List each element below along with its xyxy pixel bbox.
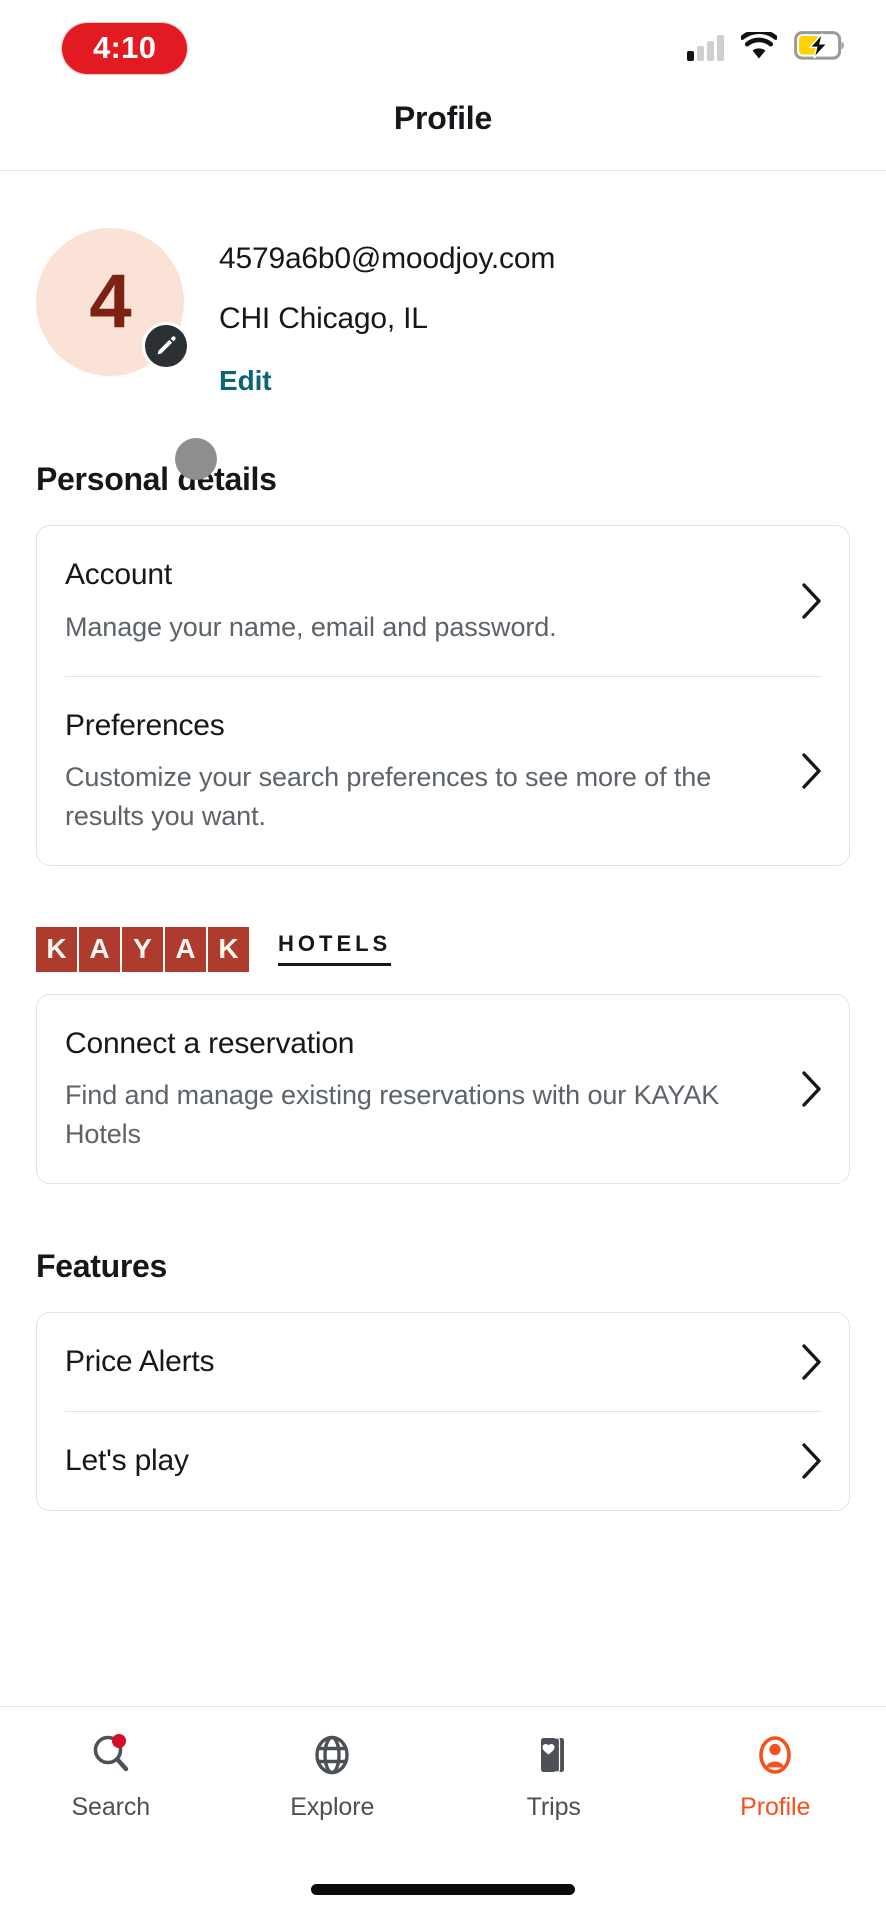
chevron-right-icon: [801, 752, 823, 790]
profile-summary: 4 4579a6b0@moodjoy.com CHI Chicago, IL E…: [36, 171, 850, 397]
home-indicator-area: [0, 1858, 886, 1920]
kayak-tile-2: Y: [122, 926, 163, 972]
scroll-content: 4 4579a6b0@moodjoy.com CHI Chicago, IL E…: [0, 171, 886, 1706]
personal-details-card: Account Manage your name, email and pass…: [36, 525, 850, 866]
avatar[interactable]: 4: [36, 228, 190, 376]
status-bar-clock: 4:10: [62, 22, 188, 74]
profile-edit-link[interactable]: Edit: [219, 365, 555, 397]
row-account-subtitle: Manage your name, email and password.: [65, 611, 557, 642]
chevron-right-icon: [801, 1070, 823, 1108]
battery-charging-icon: [794, 31, 846, 65]
row-connect-reservation-subtitle: Find and manage existing reservations wi…: [65, 1080, 720, 1149]
row-account[interactable]: Account Manage your name, email and pass…: [37, 526, 849, 676]
section-title-personal-details: Personal details: [36, 461, 277, 497]
phone-screen: 4:10 Profile 4 4579a6b0@moodjoy.com CHI …: [0, 0, 886, 1920]
row-connect-reservation-title: Connect a reservation: [65, 1026, 355, 1060]
nav-item-profile[interactable]: Profile: [665, 1729, 886, 1822]
row-lets-play-title: Let's play: [65, 1444, 189, 1478]
touch-point-indicator: [175, 438, 217, 480]
nav-label-profile: Profile: [740, 1793, 811, 1821]
person-circle-icon: [750, 1729, 800, 1781]
cellular-signal-icon: [687, 35, 724, 61]
pencil-icon: [157, 336, 176, 355]
row-preferences[interactable]: Preferences Customize your search prefer…: [37, 677, 849, 865]
row-lets-play[interactable]: Let's play: [37, 1412, 849, 1510]
kayak-tile-4: K: [208, 926, 249, 972]
home-indicator[interactable]: [311, 1883, 575, 1895]
nav-label-explore: Explore: [290, 1793, 375, 1821]
avatar-edit-button[interactable]: [142, 322, 190, 370]
globe-icon: [307, 1729, 357, 1781]
cards-heart-icon: [529, 1729, 579, 1781]
bottom-navigation-bar: Search Explore Trips Profile: [0, 1706, 886, 1858]
row-price-alerts[interactable]: Price Alerts: [37, 1313, 849, 1411]
row-account-title: Account: [65, 558, 172, 591]
kayak-tile-1: A: [79, 926, 120, 972]
chevron-right-icon: [801, 1343, 823, 1381]
kayak-letter-tiles: K A Y A K: [36, 926, 249, 972]
row-preferences-title: Preferences: [65, 708, 225, 742]
kayak-hotels-wordmark: HOTELS: [278, 932, 392, 966]
nav-item-trips[interactable]: Trips: [443, 1729, 665, 1822]
search-icon: [86, 1729, 136, 1781]
kayak-hotels-logo: K A Y A K HOTELS: [36, 926, 850, 972]
profile-location: CHI Chicago, IL: [219, 302, 428, 335]
page-header: Profile: [0, 96, 886, 171]
row-connect-reservation[interactable]: Connect a reservation Find and manage ex…: [37, 995, 849, 1183]
chevron-right-icon: [801, 1442, 823, 1480]
avatar-initial: 4: [89, 259, 131, 344]
nav-label-search: Search: [71, 1793, 151, 1821]
reservation-card: Connect a reservation Find and manage ex…: [36, 993, 850, 1185]
nav-item-search[interactable]: Search: [0, 1729, 222, 1822]
page-title: Profile: [393, 100, 493, 136]
wifi-icon: [740, 29, 778, 64]
features-card: Price Alerts Let's play: [36, 1312, 850, 1512]
status-bar: 4:10: [0, 0, 886, 96]
profile-info: 4579a6b0@moodjoy.com CHI Chicago, IL Edi…: [184, 228, 555, 397]
row-price-alerts-title: Price Alerts: [65, 1345, 215, 1379]
kayak-tile-3: A: [165, 926, 206, 972]
nav-label-trips: Trips: [526, 1793, 581, 1821]
section-title-features: Features: [36, 1248, 167, 1285]
chevron-right-icon: [801, 582, 823, 620]
profile-email: 4579a6b0@moodjoy.com: [219, 242, 556, 275]
kayak-tile-0: K: [36, 926, 77, 972]
status-bar-icons: [687, 29, 846, 65]
nav-item-explore[interactable]: Explore: [222, 1729, 444, 1822]
row-preferences-subtitle: Customize your search preferences to see…: [65, 762, 712, 831]
